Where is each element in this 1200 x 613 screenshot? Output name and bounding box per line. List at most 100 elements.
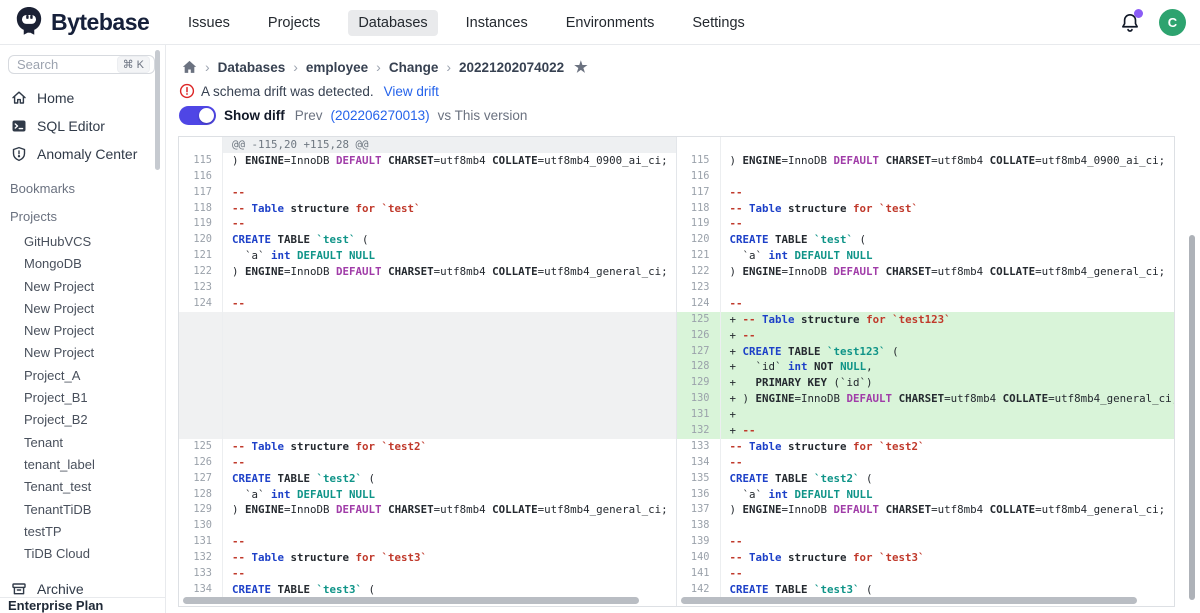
sidebar-item-anomaly-center[interactable]: Anomaly Center (0, 140, 165, 168)
diff-left-row (179, 391, 676, 407)
line-number: 128 (677, 359, 721, 375)
notifications-button[interactable] (1119, 12, 1141, 34)
sidebar-project-project-a[interactable]: Project_A (0, 365, 165, 387)
line-number: 134 (179, 582, 223, 598)
diff-right-row-125: 125+ -- Table structure for `test123` (677, 312, 1175, 328)
diff-left-row-122: 122) ENGINE=InnoDB DEFAULT CHARSET=utf8m… (179, 264, 676, 280)
breadcrumb-item-employee[interactable]: employee (306, 60, 368, 75)
diff-right-row-142: 142CREATE TABLE `test3` ( (677, 582, 1175, 598)
page-vertical-scrollbar[interactable] (1189, 235, 1195, 600)
code-line: -- (223, 455, 676, 471)
archive-label: Archive (37, 581, 84, 597)
code-line: + CREATE TABLE `test123` ( (721, 344, 1175, 360)
diff-left-row-115: 115) ENGINE=InnoDB DEFAULT CHARSET=utf8m… (179, 153, 676, 169)
code-line: -- (721, 185, 1175, 201)
line-number (179, 137, 223, 153)
diff-right-row (677, 137, 1175, 153)
line-number (179, 344, 223, 360)
line-number: 128 (179, 487, 223, 503)
diff-right-row-123: 123 (677, 280, 1175, 296)
search-input[interactable] (17, 57, 105, 72)
sidebar-item-sql-editor[interactable]: SQL Editor (0, 112, 165, 140)
sidebar-project-project-b1[interactable]: Project_B1 (0, 387, 165, 409)
diff-left-row-125: 125-- Table structure for `test2` (179, 439, 676, 455)
avatar[interactable]: C (1159, 9, 1186, 36)
nav-item-settings[interactable]: Settings (682, 10, 754, 36)
sidebar-project-new-project[interactable]: New Project (0, 298, 165, 320)
code-line: -- Table structure for `test2` (223, 439, 676, 455)
breadcrumb-item-databases[interactable]: Databases (218, 60, 286, 75)
diff-right-row-128: 128+ `id` int NOT NULL, (677, 359, 1175, 375)
right-horizontal-scrollbar[interactable] (681, 597, 1137, 604)
line-number (179, 391, 223, 407)
sidebar-item-archive[interactable]: Archive (0, 580, 165, 597)
code-line (721, 169, 1175, 185)
code-line: -- (223, 216, 676, 232)
nav-item-environments[interactable]: Environments (556, 10, 665, 36)
sidebar-project-tenant[interactable]: Tenant (0, 432, 165, 454)
sidebar-project-tenant-label[interactable]: tenant_label (0, 454, 165, 476)
view-drift-link[interactable]: View drift (384, 84, 439, 99)
brand-name: Bytebase (51, 9, 149, 36)
sidebar-item-label: Anomaly Center (37, 146, 137, 162)
sidebar-project-new-project[interactable]: New Project (0, 342, 165, 364)
code-line: ) ENGINE=InnoDB DEFAULT CHARSET=utf8mb4 … (721, 153, 1175, 169)
search-box[interactable]: ⌘ K (8, 55, 155, 74)
code-line (223, 423, 676, 439)
line-number: 119 (677, 216, 721, 232)
line-number: 123 (179, 280, 223, 296)
sidebar-item-home[interactable]: Home (0, 84, 165, 112)
code-line: CREATE TABLE `test2` ( (721, 471, 1175, 487)
sidebar-project-tenanttidb[interactable]: TenantTiDB (0, 499, 165, 521)
line-number: 115 (677, 153, 721, 169)
line-number: 124 (179, 296, 223, 312)
diff-right-row-138: 138 (677, 518, 1175, 534)
line-number: 136 (677, 487, 721, 503)
breadcrumb-items: ›Databases›employee›Change›2022120207402… (205, 59, 564, 75)
nav-item-databases[interactable]: Databases (348, 10, 437, 36)
sidebar-project-githubvcs[interactable]: GitHubVCS (0, 231, 165, 253)
line-number: 120 (677, 232, 721, 248)
code-line: -- (721, 216, 1175, 232)
code-line (721, 518, 1175, 534)
code-line: + -- Table structure for `test123` (721, 312, 1175, 328)
sidebar-project-tenant-test[interactable]: Tenant_test (0, 476, 165, 498)
diff-right-row-131: 131+ (677, 407, 1175, 423)
left-horizontal-scrollbar[interactable] (183, 597, 639, 604)
toggle-knob (199, 108, 214, 123)
code-line: -- (223, 566, 676, 582)
line-number: 125 (179, 439, 223, 455)
star-icon[interactable]: ★ (574, 58, 587, 76)
nav-item-issues[interactable]: Issues (178, 10, 240, 36)
breadcrumb-separator: › (205, 59, 210, 75)
sidebar-project-tidb-cloud[interactable]: TiDB Cloud (0, 543, 165, 565)
sidebar-project-mongodb[interactable]: MongoDB (0, 253, 165, 275)
code-line: CREATE TABLE `test` ( (721, 232, 1175, 248)
diff-right-row-118: 118-- Table structure for `test` (677, 201, 1175, 217)
code-line: -- (223, 185, 676, 201)
sidebar-project-project-b2[interactable]: Project_B2 (0, 409, 165, 431)
sidebar-project-new-project[interactable]: New Project (0, 276, 165, 298)
code-line (223, 328, 676, 344)
line-number: 129 (677, 375, 721, 391)
sidebar-project-new-project[interactable]: New Project (0, 320, 165, 342)
breadcrumb-item-change[interactable]: Change (389, 60, 439, 75)
diff-right-row-132: 132+ -- (677, 423, 1175, 439)
sidebar: ⌘ K HomeSQL Editor Anomaly Center Bookmar… (0, 45, 166, 613)
alert-circle-icon (179, 83, 195, 99)
prev-version-link[interactable]: (202206270013) (331, 108, 430, 123)
nav-item-instances[interactable]: Instances (456, 10, 538, 36)
main-content: ›Databases›employee›Change›2022120207402… (166, 45, 1200, 613)
breadcrumb-item-20221202074022[interactable]: 20221202074022 (459, 60, 564, 75)
nav-item-projects[interactable]: Projects (258, 10, 330, 36)
sidebar-project-testtp[interactable]: testTP (0, 521, 165, 543)
line-number: 135 (677, 471, 721, 487)
brand[interactable]: Bytebase (14, 6, 149, 38)
diff-right-row-135: 135CREATE TABLE `test2` ( (677, 471, 1175, 487)
projects-section-label[interactable]: Projects (0, 209, 165, 224)
code-line: + -- (721, 423, 1175, 439)
bookmarks-section-label[interactable]: Bookmarks (0, 181, 165, 196)
home-icon[interactable] (182, 60, 197, 74)
sidebar-scrollbar[interactable] (155, 50, 160, 170)
show-diff-toggle[interactable] (179, 106, 216, 125)
